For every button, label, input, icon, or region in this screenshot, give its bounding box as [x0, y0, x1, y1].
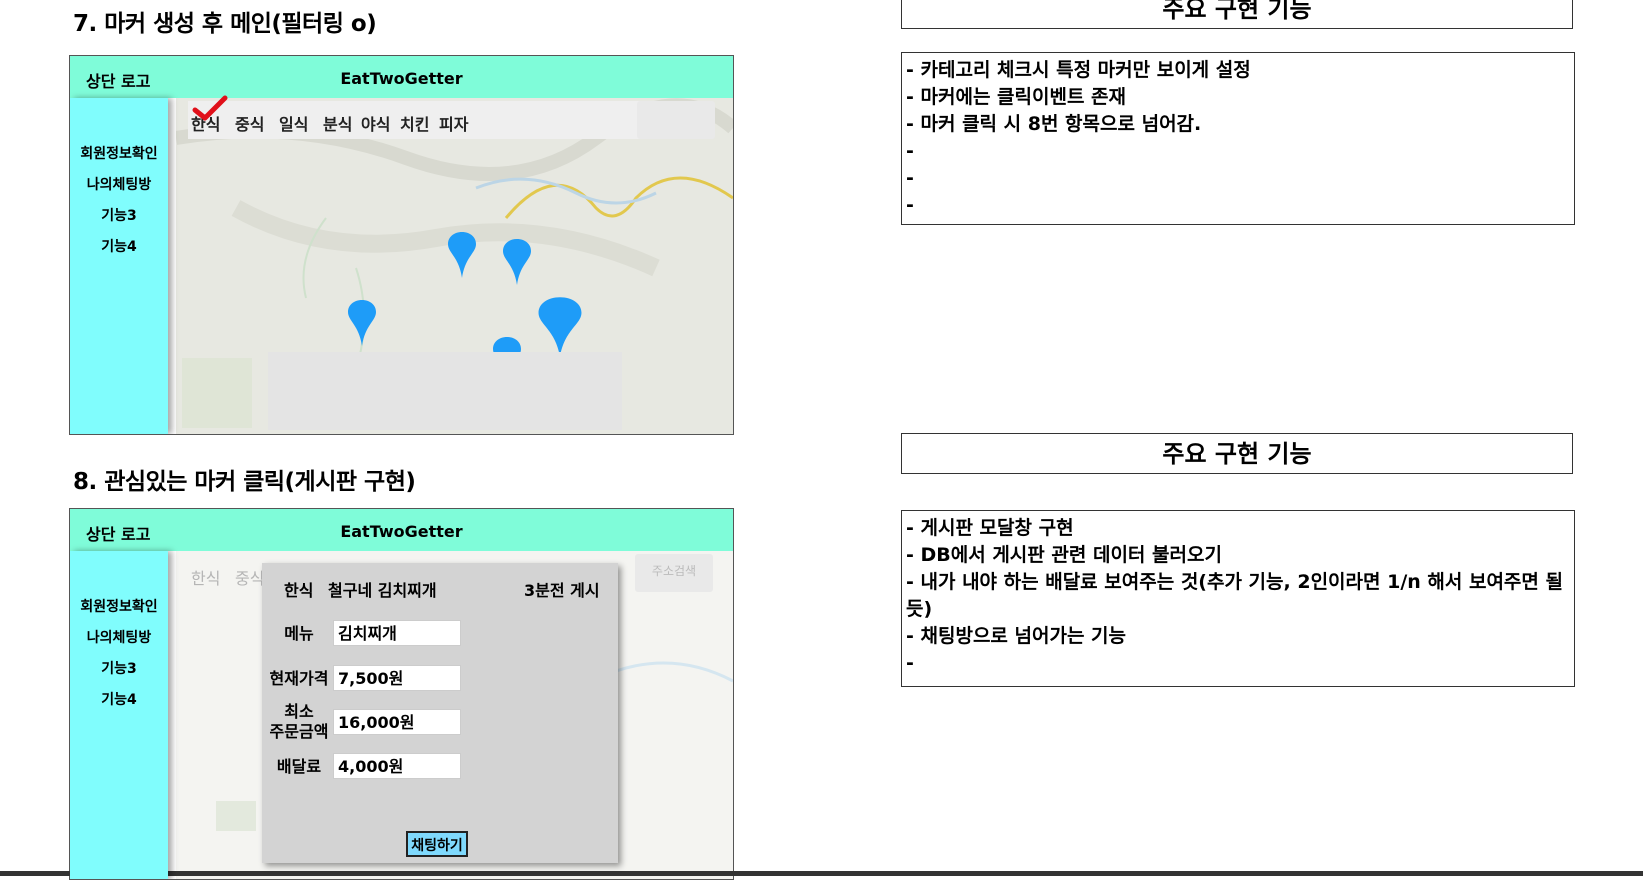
- panel-7-body: - 카테고리 체크시 특정 마커만 보이게 설정 - 마커에는 클릭이벤트 존재…: [901, 52, 1575, 225]
- app-title: EatTwoGetter: [340, 522, 463, 541]
- min-order-label-line1: 최소: [284, 702, 314, 721]
- sidebar: 회원정보확인 나의체팅방 기능3 기능4: [70, 551, 168, 879]
- checkmark-icon: [192, 95, 228, 121]
- panel-8-body: - 게시판 모달창 구현 - DB에서 게시판 관련 데이터 불러오기 - 내가…: [901, 510, 1575, 687]
- sidebar-item-member-info[interactable]: 회원정보확인: [70, 592, 168, 623]
- info-placeholder: [268, 352, 622, 430]
- delivery-fee-label: 배달료: [276, 757, 322, 776]
- main-map-mockup: 상단 로고 EatTwoGetter 회원정보확인 나의체팅방 기능3 기능4 …: [69, 55, 734, 435]
- price-label: 현재가격: [269, 669, 329, 688]
- panel-8-heading: 주요 구현 기능: [901, 433, 1573, 474]
- modal-restaurant: 철구네 김치찌개: [328, 581, 437, 600]
- panel-7-heading: 주요 구현 기능: [901, 0, 1573, 29]
- map-marker-icon[interactable]: [502, 238, 532, 286]
- category-japanese[interactable]: 일식: [279, 111, 308, 135]
- panel-8-line: - 내가 내야 하는 배달료 보여주는 것(추가 기능, 2인이라면 1/n 해…: [906, 571, 1563, 620]
- app-header: 상단 로고 EatTwoGetter: [70, 56, 733, 98]
- map-marker-icon[interactable]: [447, 231, 477, 279]
- address-search-box[interactable]: [637, 101, 715, 139]
- sidebar-item-member-info[interactable]: 회원정보확인: [70, 139, 168, 170]
- section-8-title: 8. 관심있는 마커 클릭(게시판 구현): [73, 469, 416, 495]
- category-chicken[interactable]: 치킨: [400, 111, 429, 135]
- modal-category: 한식: [284, 581, 314, 600]
- app-title: EatTwoGetter: [340, 69, 463, 88]
- panel-8-line: - 채팅방으로 넘어가는 기능: [906, 625, 1127, 647]
- address-search-box: 주소검색: [635, 554, 713, 592]
- panel-7-line: - 마커 클릭 시 8번 항목으로 넘어감.: [906, 113, 1202, 135]
- panel-7-line: - 카테고리 체크시 특정 마커만 보이게 설정: [906, 59, 1251, 81]
- category-late-night[interactable]: 야식: [361, 111, 390, 135]
- delivery-fee-field: 4,000원: [333, 753, 461, 779]
- panel-8-line: - 게시판 모달창 구현: [906, 517, 1074, 539]
- address-search-label: 주소검색: [651, 564, 697, 578]
- sidebar-item-feature4[interactable]: 기능4: [70, 685, 168, 716]
- panel-8-line: - DB에서 게시판 관련 데이터 불러오기: [906, 544, 1222, 566]
- sidebar-item-my-chatrooms[interactable]: 나의체팅방: [70, 170, 168, 201]
- board-modal: 한식 철구네 김치찌개 3분전 게시 메뉴 김치찌개 현재가격 7,500원 최…: [262, 563, 618, 863]
- map-marker-icon[interactable]: [347, 299, 377, 347]
- min-order-field: 16,000원: [333, 709, 461, 735]
- chat-button[interactable]: 채팅하기: [406, 831, 468, 857]
- bottom-bar: [0, 871, 1643, 876]
- panel-7-line: -: [906, 167, 914, 189]
- board-modal-mockup: 상단 로고 EatTwoGetter 회원정보확인 나의체팅방 기능3 기능4 …: [69, 508, 734, 880]
- app-header: 상단 로고 EatTwoGetter: [70, 509, 733, 551]
- sidebar-item-feature3[interactable]: 기능3: [70, 654, 168, 685]
- menu-label: 메뉴: [284, 624, 314, 643]
- min-order-label-line2: 주문금액: [269, 722, 329, 741]
- sidebar-item-my-chatrooms[interactable]: 나의체팅방: [70, 623, 168, 654]
- map-marker-selected-icon[interactable]: [537, 296, 583, 358]
- category-snack[interactable]: 분식: [323, 111, 352, 135]
- menu-field: 김치찌개: [333, 620, 461, 646]
- category-bar: 한식 중식 일식 분식 야식 치킨 피자: [188, 95, 710, 139]
- panel-7-line: -: [906, 194, 914, 216]
- section-7-title: 7. 마커 생성 후 메인(필터링 o): [73, 11, 377, 37]
- panel-8-line: -: [906, 652, 914, 674]
- sidebar-item-feature3[interactable]: 기능3: [70, 201, 168, 232]
- map-area[interactable]: 한식 중식 일식 분식 야식 치킨 피자: [176, 95, 733, 434]
- category-korean: 한식: [191, 569, 221, 588]
- price-field: 7,500원: [333, 665, 461, 691]
- panel-7-line: - 마커에는 클릭이벤트 존재: [906, 86, 1127, 108]
- category-chinese: 중식: [235, 569, 265, 588]
- category-chinese[interactable]: 중식: [235, 111, 264, 135]
- sidebar: 회원정보확인 나의체팅방 기능3 기능4: [70, 98, 168, 434]
- sidebar-item-feature4[interactable]: 기능4: [70, 232, 168, 263]
- panel-7-line: -: [906, 140, 914, 162]
- modal-posted-time: 3분전 게시: [524, 581, 600, 600]
- category-pizza[interactable]: 피자: [439, 111, 468, 135]
